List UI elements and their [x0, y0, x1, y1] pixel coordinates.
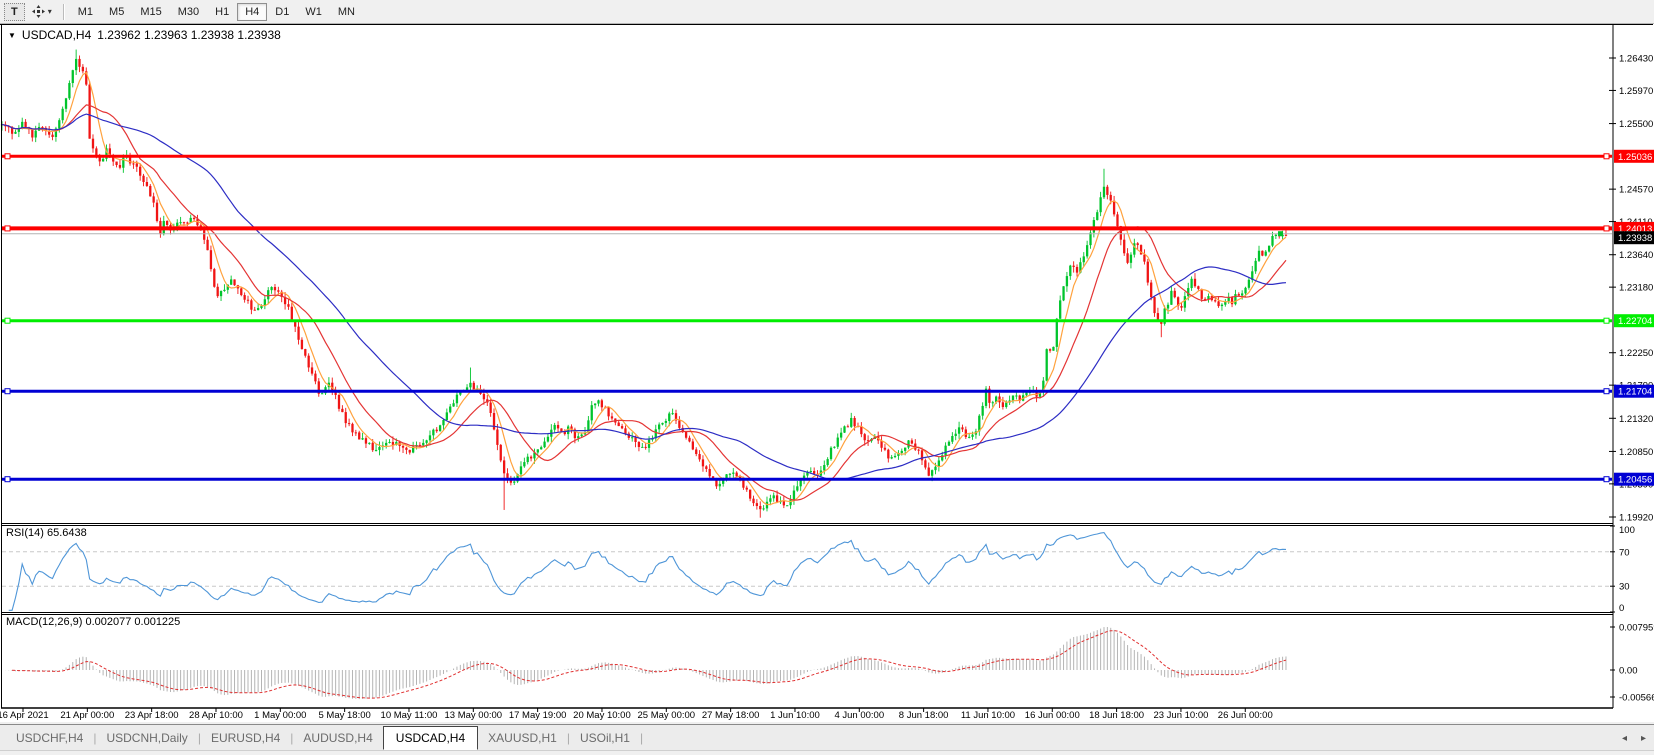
- tab-xauusd-h1[interactable]: XAUUSD,H1: [478, 727, 567, 749]
- chevron-down-icon: ▾: [48, 7, 52, 16]
- timeframe-button-m15[interactable]: M15: [132, 3, 169, 21]
- tab-usoil-h1[interactable]: USOil,H1: [570, 727, 640, 749]
- price-axis[interactable]: [1613, 24, 1654, 707]
- chart-quotes-label: 1.23962 1.23963 1.23938 1.23938: [97, 28, 281, 42]
- top-toolbar: T ▾ M1M5M15M30H1H4D1W1MN: [0, 0, 1654, 24]
- timeframe-button-m1[interactable]: M1: [70, 3, 101, 21]
- chart-title: ▼ USDCAD,H4 1.23962 1.23963 1.23938 1.23…: [8, 28, 281, 42]
- chart-symbol-label: USDCAD,H4: [22, 28, 91, 42]
- macd-indicator-label: MACD(12,26,9) 0.002077 0.001225: [6, 616, 180, 628]
- timeframe-button-d1[interactable]: D1: [267, 3, 297, 21]
- tab-scroll-left-icon[interactable]: ◂: [1622, 733, 1627, 744]
- toolbar-separator: [63, 4, 65, 20]
- timeframe-button-m30[interactable]: M30: [170, 3, 207, 21]
- text-label-tool-button[interactable]: T: [4, 3, 25, 21]
- timeframe-button-h4[interactable]: H4: [237, 3, 267, 21]
- hline-1.24013[interactable]: [2, 226, 1612, 231]
- tab-separator: |: [640, 731, 643, 745]
- timeframe-button-w1[interactable]: W1: [297, 3, 330, 21]
- tab-usdcad-h4[interactable]: USDCAD,H4: [383, 726, 478, 750]
- tab-audusd-h4[interactable]: AUDUSD,H4: [293, 727, 382, 749]
- mt4-window: T ▾ M1M5M15M30H1H4D1W1MN ▼ USDCAD,H4 1.2…: [0, 0, 1654, 755]
- chart-canvas[interactable]: 1.264301.259701.255001.245701.241101.236…: [0, 24, 1654, 722]
- tab-scroll-right-icon[interactable]: ▸: [1641, 733, 1646, 744]
- tabs: USDCHF,H4|USDCNH,Daily|EURUSD,H4|AUDUSD,…: [6, 726, 643, 750]
- symbol-tab-bar: USDCHF,H4|USDCNH,Daily|EURUSD,H4|AUDUSD,…: [0, 724, 1654, 751]
- status-bar: [0, 750, 1654, 755]
- timeframe-button-group: M1M5M15M30H1H4D1W1MN: [70, 3, 363, 21]
- timeframe-button-h1[interactable]: H1: [207, 3, 237, 21]
- cursor-tool-button[interactable]: ▾: [27, 3, 57, 21]
- chart-window: ▼ USDCAD,H4 1.23962 1.23963 1.23938 1.23…: [0, 24, 1654, 722]
- timeframe-button-m5[interactable]: M5: [101, 3, 132, 21]
- rsi-indicator-label: RSI(14) 65.6438: [6, 527, 87, 539]
- timeframe-button-mn[interactable]: MN: [330, 3, 363, 21]
- tab-eurusd-h4[interactable]: EURUSD,H4: [201, 727, 290, 749]
- last-price-marker: [1278, 231, 1283, 236]
- tab-usdchf-h4[interactable]: USDCHF,H4: [6, 727, 93, 749]
- tab-usdcnh-daily[interactable]: USDCNH,Daily: [96, 727, 197, 749]
- time-axis[interactable]: [0, 709, 1613, 722]
- collapse-triangle-icon[interactable]: ▼: [8, 31, 16, 40]
- tab-scroll-controls: ◂ ▸: [1622, 733, 1646, 744]
- crosshair-arrows-icon: [32, 5, 45, 18]
